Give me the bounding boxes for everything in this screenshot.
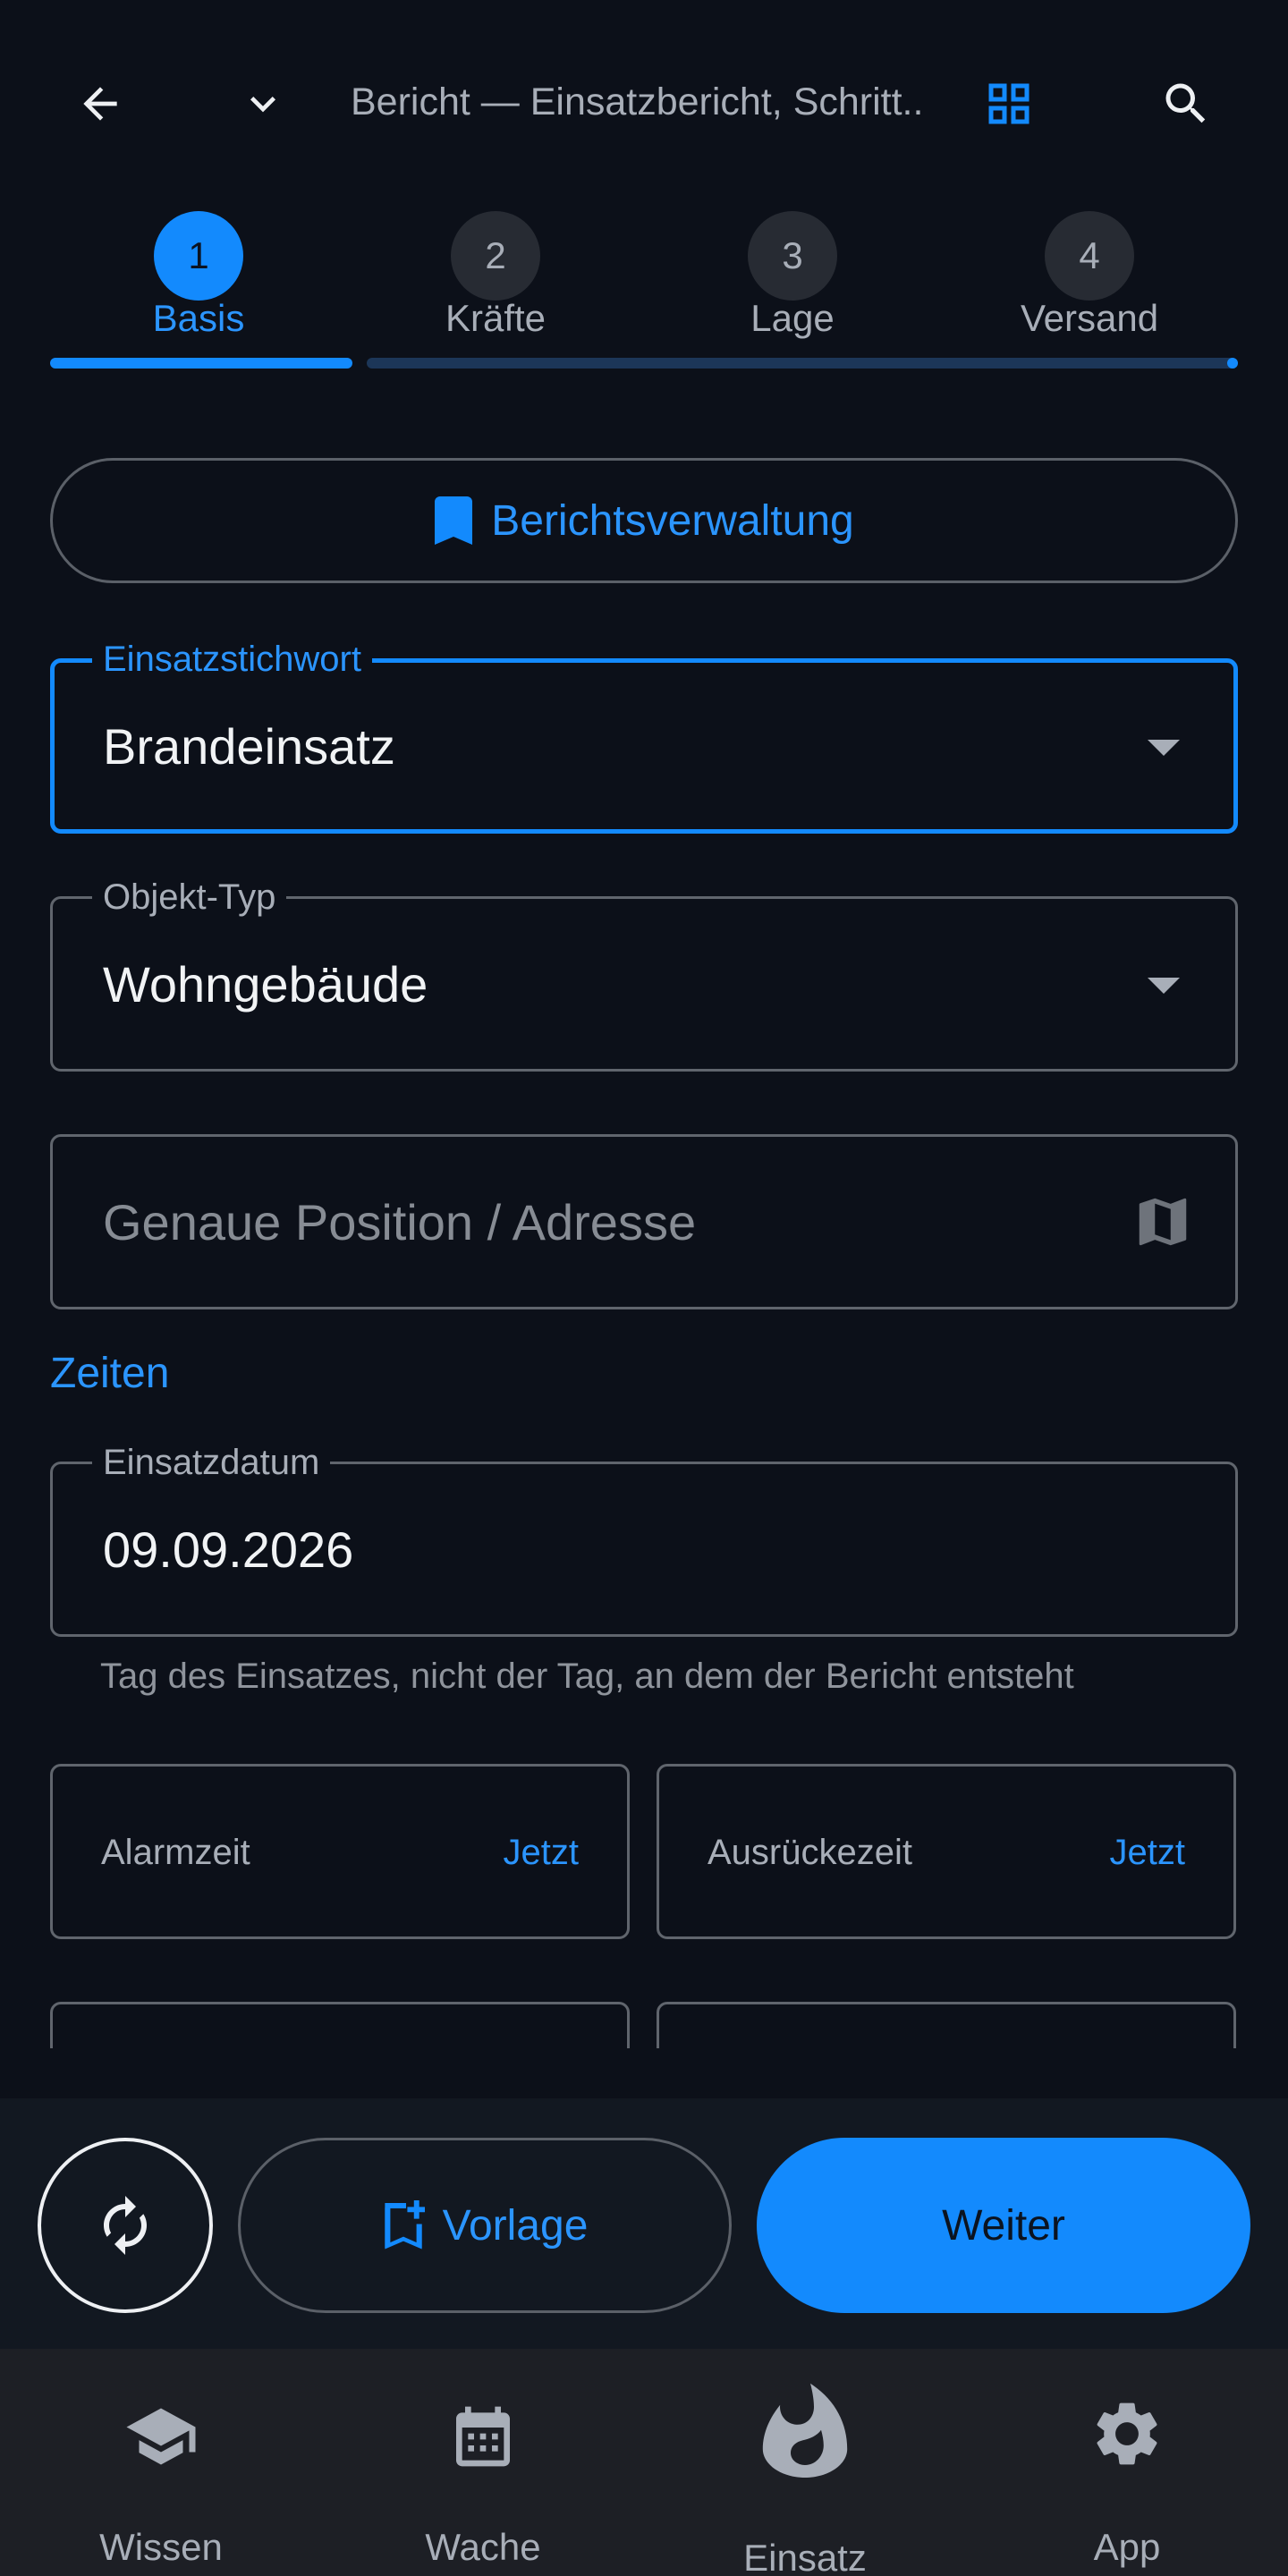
arrow-left-icon: [83, 87, 117, 121]
time-input-partial[interactable]: [50, 2002, 630, 2048]
top-app-bar: Bericht — Einsatzbericht, Schritt...: [0, 0, 1288, 200]
departure-time-label: Ausrückezeit: [708, 1833, 912, 1872]
position-placeholder: Genaue Position / Adresse: [103, 1194, 697, 1250]
chevron-down-icon: [250, 97, 275, 113]
nav-label: App: [1093, 2526, 1161, 2568]
step-number: 1: [154, 211, 243, 301]
map-icon: [1139, 1198, 1187, 1246]
step-progress-end: [1227, 358, 1238, 369]
dropdown-arrow-icon: [1148, 978, 1180, 994]
step-basis[interactable]: 1 Basis: [100, 211, 297, 354]
next-button[interactable]: Weiter: [757, 2138, 1250, 2313]
object-type-select[interactable]: Objekt-Typ Wohngebäude: [50, 876, 1238, 1072]
time-input-partial[interactable]: [657, 2002, 1236, 2048]
report-management-label: Berichtsverwaltung: [491, 496, 854, 545]
dropdown-arrow-icon: [1148, 740, 1180, 756]
position-input[interactable]: Genaue Position / Adresse: [50, 1134, 1238, 1309]
nav-label: Wissen: [99, 2526, 223, 2568]
alarm-time-now-button[interactable]: Jetzt: [504, 1829, 579, 1876]
nav-item-einsatz[interactable]: Einsatz: [644, 2349, 966, 2576]
date-label: Einsatzdatum: [92, 1441, 331, 1484]
bookmark-icon: [435, 496, 473, 545]
object-type-value: Wohngebäude: [103, 956, 428, 1013]
calendar-icon: [456, 2406, 510, 2467]
nav-item-wache[interactable]: Wache: [322, 2349, 644, 2576]
step-number: 2: [451, 211, 540, 301]
nav-item-wissen[interactable]: Wissen: [0, 2349, 322, 2576]
nav-label: Wache: [425, 2526, 541, 2568]
step-kraefte[interactable]: 2 Kräfte: [397, 211, 594, 354]
step-label: Lage: [750, 297, 835, 339]
alarm-time-label: Alarmzeit: [101, 1833, 250, 1872]
step-progress-track: [367, 358, 1238, 369]
map-button[interactable]: [1131, 1191, 1194, 1253]
gear-icon: [1097, 2402, 1157, 2465]
object-type-label: Objekt-Typ: [92, 876, 287, 919]
action-bar: Vorlage Weiter: [0, 2098, 1288, 2349]
step-label: Basis: [152, 297, 245, 339]
search-button[interactable]: [1150, 68, 1222, 140]
step-label: Kräfte: [445, 297, 547, 339]
departure-time-now-button[interactable]: Jetzt: [1110, 1829, 1185, 1876]
report-management-button[interactable]: Berichtsverwaltung: [50, 458, 1238, 583]
scroll-clip: [0, 2002, 1288, 2048]
keyword-select[interactable]: Einsatzstichwort Brandeinsatz: [50, 638, 1238, 834]
step-number: 4: [1045, 211, 1134, 301]
date-input[interactable]: Einsatzdatum 09.09.2026: [50, 1441, 1238, 1637]
bottom-navigation: Wissen Wache Einsatz App: [0, 2349, 1288, 2576]
grid-view-button[interactable]: [973, 68, 1045, 140]
grid-icon: [988, 83, 1030, 124]
template-button[interactable]: Vorlage: [238, 2138, 732, 2313]
fire-icon: [762, 2383, 848, 2478]
times-section-title: Zeiten: [50, 1350, 170, 1397]
step-versand[interactable]: 4 Versand: [991, 211, 1188, 354]
reset-button[interactable]: [38, 2138, 213, 2313]
keyword-value: Brandeinsatz: [103, 718, 395, 775]
school-icon: [126, 2408, 196, 2465]
keyword-label: Einsatzstichwort: [92, 638, 372, 681]
nav-label: Einsatz: [743, 2537, 867, 2576]
step-number: 3: [748, 211, 837, 301]
bookmark-add-icon: [384, 2200, 425, 2250]
search-icon: [1165, 83, 1206, 123]
departure-time-input[interactable]: Ausrückezeit Jetzt: [657, 1764, 1236, 1939]
template-label: Vorlage: [442, 2201, 589, 2250]
page-title: Bericht — Einsatzbericht, Schritt...: [351, 80, 923, 123]
step-lage[interactable]: 3 Lage: [694, 211, 891, 354]
refresh-icon: [104, 2196, 147, 2255]
date-helper-text: Tag des Einsatzes, nicht der Tag, an dem…: [100, 1657, 1074, 1696]
expand-button[interactable]: [227, 68, 299, 140]
back-button[interactable]: [64, 68, 136, 140]
date-value: 09.09.2026: [103, 1521, 354, 1578]
alarm-time-input[interactable]: Alarmzeit Jetzt: [50, 1764, 630, 1939]
step-progress-fill: [50, 358, 352, 369]
nav-item-app[interactable]: App: [966, 2349, 1288, 2576]
step-label: Versand: [1020, 297, 1159, 339]
